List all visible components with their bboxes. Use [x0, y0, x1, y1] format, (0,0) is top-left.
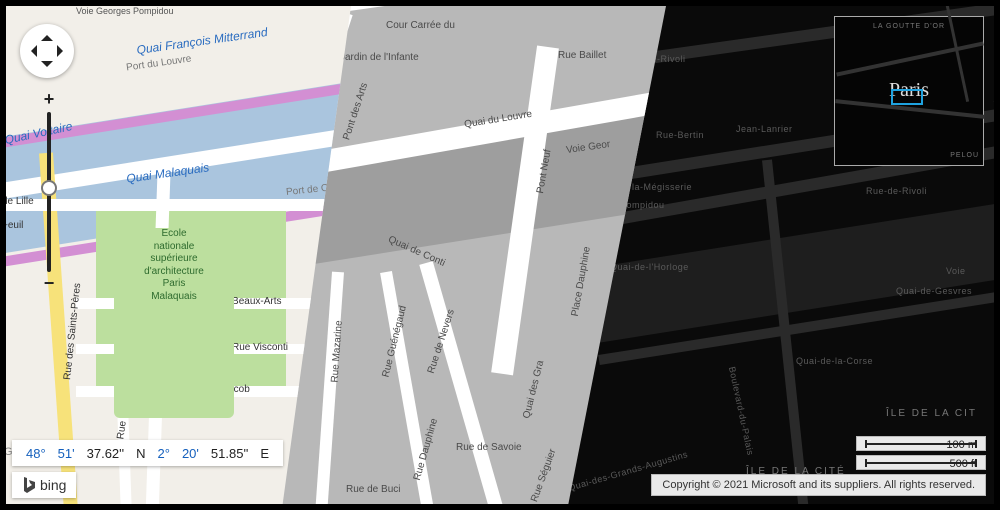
light-label: de Lille	[6, 196, 34, 207]
lon-hem: E	[254, 446, 275, 461]
dark-label: Rue-de-Rivoli	[866, 186, 927, 196]
dark-label: Voie	[946, 266, 966, 276]
light-label: ~euil	[6, 220, 23, 231]
pan-left-icon[interactable]	[25, 45, 37, 57]
lat-hem: N	[130, 446, 151, 461]
gray-label: Cour Carrée du	[386, 20, 455, 31]
lat-sec: 37.62''	[81, 446, 131, 461]
scale-metric: 100 m	[856, 436, 986, 451]
dark-label: Quai-de-Gesvres	[896, 286, 972, 296]
pan-down-icon[interactable]	[41, 61, 53, 73]
minimap-label: PELOU	[950, 152, 979, 159]
lon-min[interactable]: 20'	[176, 446, 205, 461]
light-label: Voie Georges Pompidou	[76, 6, 174, 16]
gray-label: Quai des Gra	[521, 359, 546, 419]
zoom-slider-thumb[interactable]	[41, 180, 57, 196]
park-label: Ecole nationale supérieure d'architectur…	[114, 228, 234, 418]
pan-right-icon[interactable]	[57, 45, 69, 57]
minimap-label: LA GOUTTE D'OR	[835, 23, 983, 30]
lat-deg[interactable]: 48°	[20, 446, 52, 461]
minimap[interactable]: LA GOUTTE D'OR Paris PELOU	[834, 16, 984, 166]
dark-label: Jean-Lanrier	[736, 124, 793, 134]
light-label: Quai François Mitterrand	[136, 25, 269, 57]
light-label: Port du Louvre	[126, 53, 193, 73]
lon-deg[interactable]: 2°	[152, 446, 176, 461]
copyright-text: Copyright © 2021 Microsoft and its suppl…	[651, 474, 986, 496]
dark-label: Boulevard-du-Palais	[727, 366, 756, 457]
scale-imperial-label: 500 ft	[949, 458, 977, 470]
dark-label: Quai-de-l'Horloge	[610, 262, 689, 272]
bing-logo-text: bing	[40, 477, 66, 493]
scale-imperial: 500 ft	[856, 455, 986, 470]
gray-label: Rue Baillet	[558, 50, 606, 61]
dark-label: Quai-de-la-Corse	[796, 356, 873, 366]
map-viewport[interactable]: de-Rivoli Rue-de-Rivoli Rue-Bertin Jean-…	[6, 6, 994, 504]
gray-label: Rue de Savoie	[456, 442, 522, 453]
gray-label: Pont des Arts	[341, 82, 370, 142]
zoom-out-button[interactable]: −	[41, 276, 57, 292]
gray-label: Place Dauphine	[570, 246, 593, 317]
coordinate-bar: 48° 51' 37.62'' N 2° 20' 51.85'' E	[12, 440, 283, 466]
zoom-slider[interactable]	[47, 112, 51, 272]
pan-up-icon[interactable]	[41, 29, 53, 41]
dark-label: Île de la Cit	[886, 408, 977, 419]
gray-label: Rue Séguier	[529, 447, 558, 503]
bing-logo[interactable]: bing	[12, 472, 76, 498]
lon-sec: 51.85''	[205, 446, 255, 461]
zoom-control: + −	[41, 92, 57, 292]
scale-metric-label: 100 m	[946, 439, 977, 451]
pan-control[interactable]	[20, 24, 74, 78]
dark-label: la-Mégisserie	[632, 182, 692, 192]
lat-min[interactable]: 51'	[52, 446, 81, 461]
light-label: Rue Visconti	[232, 342, 288, 353]
zoom-in-button[interactable]: +	[41, 92, 57, 108]
minimap-viewport-indicator[interactable]	[891, 89, 923, 105]
dark-label: Rue-Bertin	[656, 130, 704, 140]
gray-label: Jardin de l'Infante	[340, 52, 419, 63]
scale-bars: 100 m 500 ft	[856, 432, 986, 470]
bing-logo-icon	[22, 476, 36, 494]
gray-label: Rue de Buci	[346, 484, 400, 495]
